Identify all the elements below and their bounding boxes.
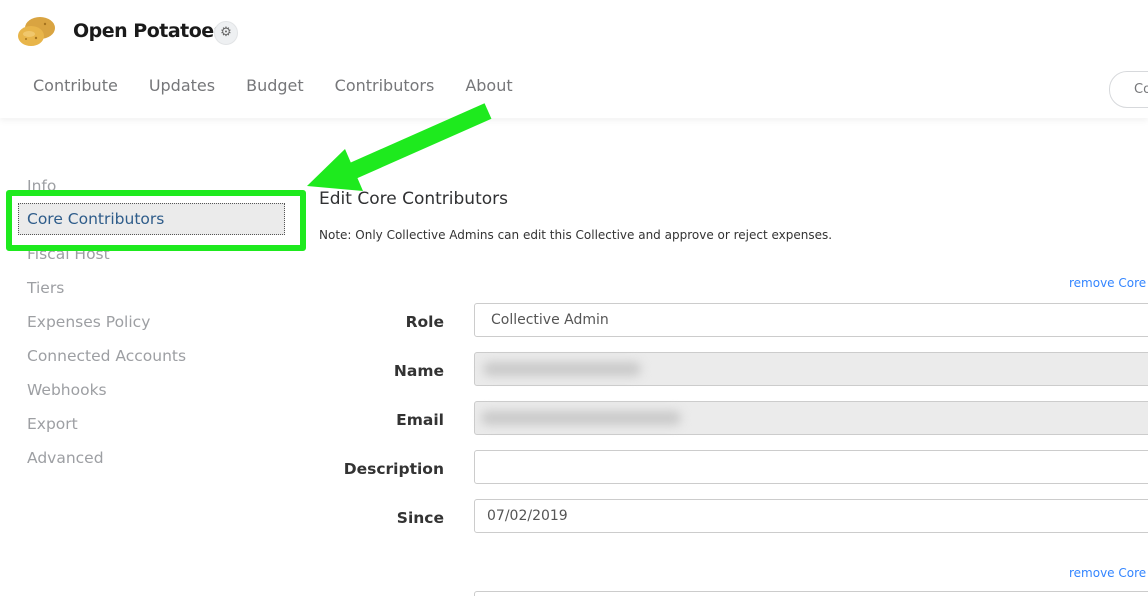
admin-note: Note: Only Collective Admins can edit th… [319,228,833,242]
collective-header: Open Potatoes ⚙ Contribute Updates Budge… [0,0,1148,118]
page-title: Edit Core Contributors [319,189,508,209]
nav-about[interactable]: About [465,76,512,95]
role-select[interactable]: Collective Admin [474,303,1148,337]
description-label: Description [343,460,444,478]
nav-updates[interactable]: Updates [149,76,215,95]
next-role-select[interactable] [474,591,1148,596]
menu-item-tiers[interactable]: Tiers [27,279,64,297]
menu-item-core-contributors[interactable]: Core Contributors [18,203,285,235]
description-input[interactable] [474,450,1148,484]
header-action-button[interactable]: Co [1109,71,1148,108]
since-label: Since [396,509,444,527]
email-label: Email [396,411,444,429]
since-date-input[interactable]: 07/02/2019 [474,499,1148,533]
gear-icon[interactable]: ⚙ [214,21,238,45]
menu-item-fiscal-host[interactable]: Fiscal Host [27,245,110,263]
name-label: Name [393,362,444,380]
name-field[interactable] [474,352,1148,386]
redacted-email [481,411,681,425]
nav-budget[interactable]: Budget [246,76,304,95]
remove-core-contributor-link[interactable]: remove Core [1069,276,1146,290]
menu-item-info[interactable]: Info [27,177,56,195]
remove-core-contributor-link-2[interactable]: remove Core [1069,566,1146,580]
nav-contributors[interactable]: Contributors [335,76,435,95]
potato-logo-icon[interactable] [16,14,58,48]
collective-nav: Contribute Updates Budget Contributors A… [33,76,544,95]
collective-name[interactable]: Open Potatoes [73,20,225,42]
email-field[interactable] [474,401,1148,435]
menu-item-webhooks[interactable]: Webhooks [27,381,107,399]
nav-contribute[interactable]: Contribute [33,76,118,95]
role-label: Role [405,313,444,331]
redacted-name [483,362,641,376]
